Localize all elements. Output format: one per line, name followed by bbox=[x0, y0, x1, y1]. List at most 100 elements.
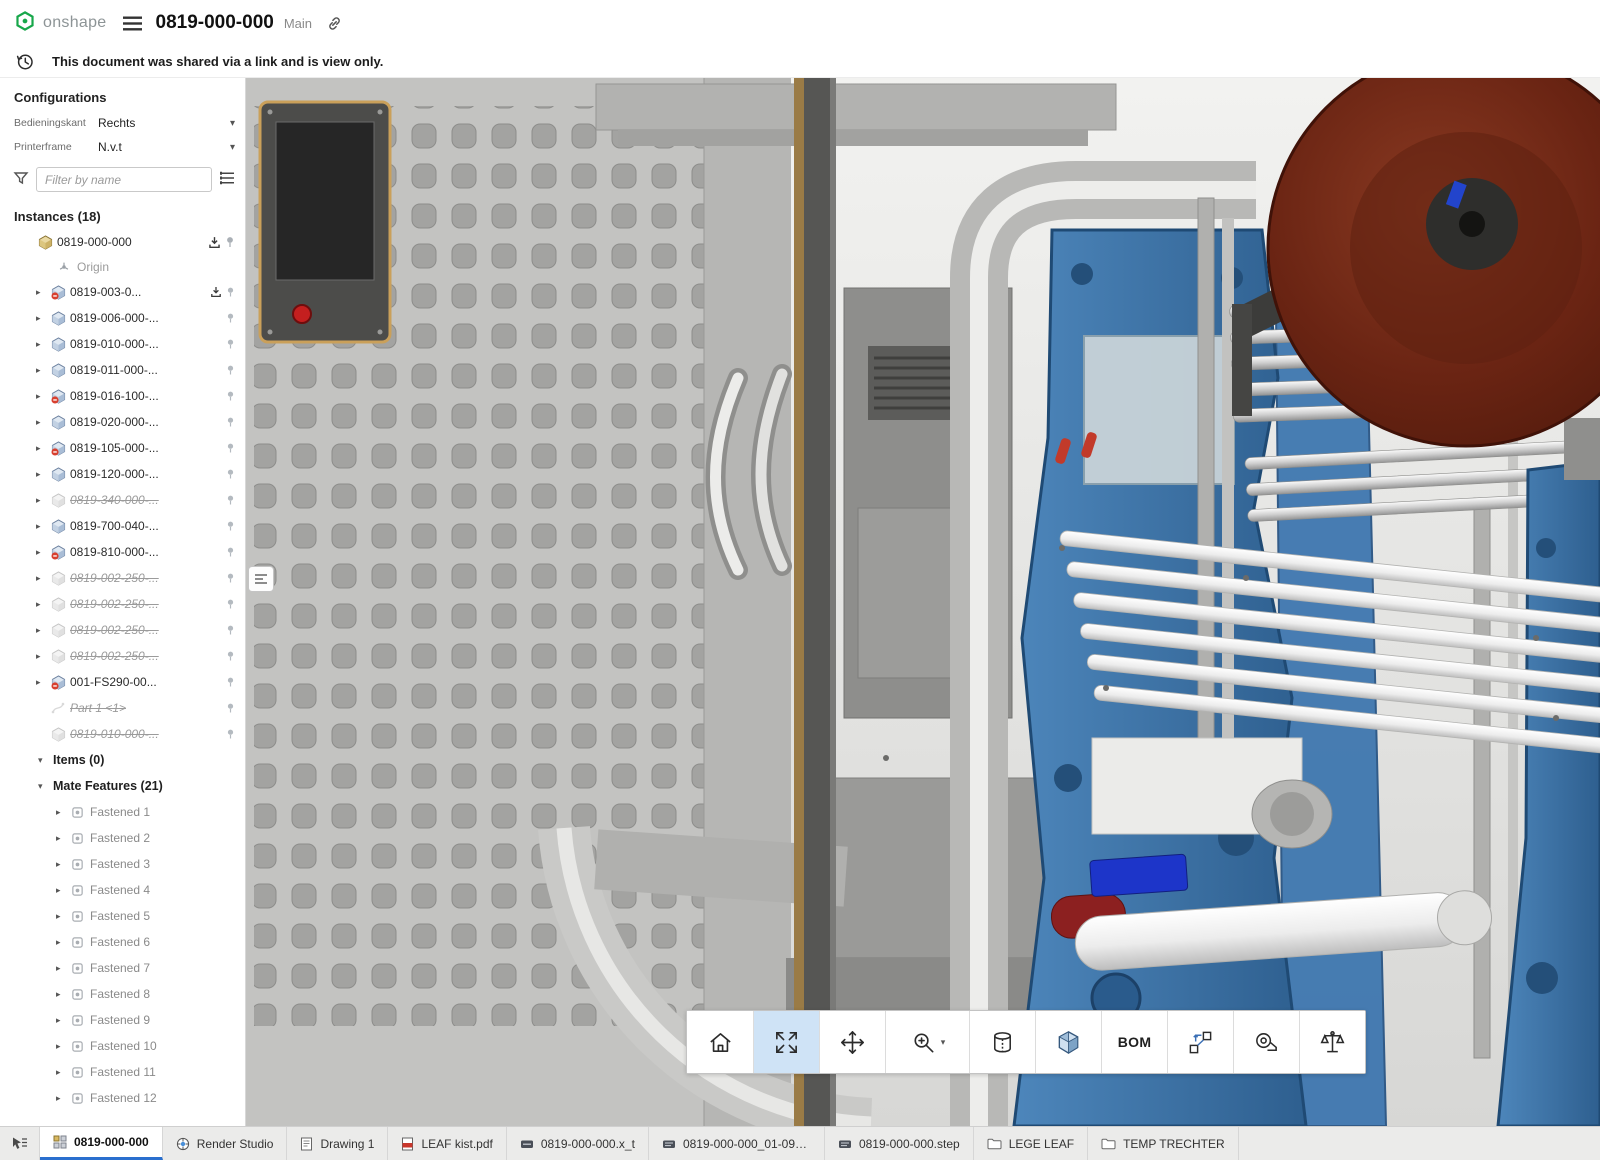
tab-manager-icon[interactable] bbox=[0, 1127, 40, 1160]
mass-properties-button[interactable] bbox=[1299, 1011, 1365, 1073]
expand-chevron[interactable]: ▸ bbox=[36, 469, 51, 480]
expand-chevron[interactable]: ▸ bbox=[36, 443, 51, 454]
panel-toggle-handle[interactable] bbox=[248, 566, 274, 592]
filter-by-name-input[interactable] bbox=[36, 167, 212, 192]
mate-feature-row[interactable]: ▸Fastened 11 bbox=[0, 1059, 245, 1085]
instance-row[interactable]: ▸0819-003-0... bbox=[0, 279, 245, 305]
origin-row[interactable]: Origin bbox=[0, 255, 245, 279]
mate-feature-row[interactable]: ▸Fastened 8 bbox=[0, 981, 245, 1007]
expand-chevron[interactable]: ▸ bbox=[56, 885, 71, 896]
instance-row[interactable]: ▸0819-016-100-... bbox=[0, 383, 245, 409]
expand-chevron[interactable]: ▸ bbox=[36, 651, 51, 662]
expand-chevron[interactable]: ▸ bbox=[56, 1015, 71, 1026]
instance-row[interactable]: ▸0819-011-000-... bbox=[0, 357, 245, 383]
document-tab[interactable]: 0819-000-000.x_t bbox=[507, 1127, 649, 1160]
zoom-to-fit-button[interactable] bbox=[753, 1011, 819, 1073]
instance-root-row[interactable]: 0819-000-000 bbox=[0, 229, 245, 255]
expand-chevron[interactable]: ▸ bbox=[56, 963, 71, 974]
expand-chevron[interactable]: ▸ bbox=[36, 625, 51, 636]
mate-feature-row[interactable]: ▸Fastened 6 bbox=[0, 929, 245, 955]
expand-chevron[interactable]: ▸ bbox=[36, 495, 51, 506]
expand-chevron[interactable]: ▸ bbox=[56, 911, 71, 922]
expand-chevron[interactable]: ▸ bbox=[36, 339, 51, 350]
chevron-down-icon[interactable]: ▾ bbox=[230, 142, 235, 153]
zoom-button[interactable]: ▾ bbox=[885, 1011, 969, 1073]
expand-chevron[interactable]: ▸ bbox=[56, 807, 71, 818]
instance-row[interactable]: ▸001-FS290-00... bbox=[0, 669, 245, 695]
bom-button[interactable]: BOM bbox=[1101, 1011, 1167, 1073]
expand-chevron[interactable]: ▸ bbox=[36, 417, 51, 428]
mate-features-header[interactable]: ▾ Mate Features (21) bbox=[0, 773, 245, 799]
instance-row[interactable]: ▸0819-810-000-... bbox=[0, 539, 245, 565]
document-tab[interactable]: Render Studio bbox=[163, 1127, 288, 1160]
instance-row[interactable]: ▸0819-105-000-... bbox=[0, 435, 245, 461]
document-tab[interactable]: TEMP TRECHTER bbox=[1088, 1127, 1239, 1160]
expand-chevron[interactable]: ▸ bbox=[36, 521, 51, 532]
expand-chevron[interactable]: ▸ bbox=[36, 287, 51, 298]
expand-chevron[interactable]: ▸ bbox=[36, 599, 51, 610]
perspective-button[interactable] bbox=[969, 1011, 1035, 1073]
onshape-logo[interactable]: onshape bbox=[14, 10, 107, 37]
mate-feature-row[interactable]: ▸Fastened 7 bbox=[0, 955, 245, 981]
menu-icon[interactable] bbox=[123, 16, 142, 31]
exploded-view-button[interactable] bbox=[1167, 1011, 1233, 1073]
instance-row[interactable]: ▸0819-120-000-... bbox=[0, 461, 245, 487]
chevron-down-icon[interactable]: ▾ bbox=[38, 755, 53, 766]
instance-row[interactable]: ▸Part 1 <1> bbox=[0, 695, 245, 721]
expand-chevron[interactable]: ▸ bbox=[36, 573, 51, 584]
mate-feature-row[interactable]: ▸Fastened 3 bbox=[0, 851, 245, 877]
expand-chevron[interactable]: ▸ bbox=[36, 365, 51, 376]
mate-feature-row[interactable]: ▸Fastened 1 bbox=[0, 799, 245, 825]
expand-chevron[interactable]: ▸ bbox=[36, 547, 51, 558]
chevron-down-icon[interactable]: ▾ bbox=[38, 781, 53, 792]
workspace-label[interactable]: Main bbox=[284, 16, 312, 31]
expand-chevron[interactable]: ▸ bbox=[56, 989, 71, 1000]
view-cube-button[interactable] bbox=[1035, 1011, 1101, 1073]
mate-feature-row[interactable]: ▸Fastened 12 bbox=[0, 1085, 245, 1111]
instance-row[interactable]: ▸0819-340-000-... bbox=[0, 487, 245, 513]
measure-button[interactable] bbox=[1233, 1011, 1299, 1073]
share-link-icon[interactable] bbox=[326, 15, 343, 32]
history-icon[interactable] bbox=[16, 53, 34, 71]
3d-viewport[interactable]: ▾ BOM bbox=[246, 78, 1600, 1126]
document-tab[interactable]: 0819-000-000.step bbox=[825, 1127, 974, 1160]
expand-chevron[interactable]: ▸ bbox=[56, 859, 71, 870]
instance-row[interactable]: ▸0819-700-040-... bbox=[0, 513, 245, 539]
trailing-icons[interactable] bbox=[208, 236, 235, 249]
instance-row[interactable]: ▸0819-006-000-... bbox=[0, 305, 245, 331]
document-tab[interactable]: LEAF kist.pdf bbox=[388, 1127, 506, 1160]
pan-button[interactable] bbox=[819, 1011, 885, 1073]
expand-chevron[interactable]: ▸ bbox=[56, 833, 71, 844]
expand-chevron[interactable]: ▸ bbox=[56, 937, 71, 948]
document-tab[interactable]: 0819-000-000 bbox=[40, 1127, 163, 1160]
expand-chevron[interactable]: ▸ bbox=[56, 1041, 71, 1052]
document-tab[interactable]: 0819-000-000_01-09-2... bbox=[649, 1127, 825, 1160]
items-section-header[interactable]: ▾ Items (0) bbox=[0, 747, 245, 773]
config-value-dropdown[interactable]: N.v.t bbox=[98, 140, 230, 154]
mate-feature-row[interactable]: ▸Fastened 9 bbox=[0, 1007, 245, 1033]
expand-chevron[interactable]: ▸ bbox=[36, 313, 51, 324]
instance-row[interactable]: ▸0819-010-000-... bbox=[0, 331, 245, 357]
mate-feature-row[interactable]: ▸Fastened 2 bbox=[0, 825, 245, 851]
part-icon bbox=[51, 675, 70, 690]
config-value-dropdown[interactable]: Rechts bbox=[98, 116, 230, 130]
document-tab[interactable]: LEGE LEAF bbox=[974, 1127, 1088, 1160]
expand-chevron[interactable]: ▸ bbox=[36, 391, 51, 402]
instance-row[interactable]: ▸0819-002-250-... bbox=[0, 591, 245, 617]
chevron-down-icon[interactable]: ▾ bbox=[230, 118, 235, 129]
instance-row[interactable]: ▸0819-002-250-... bbox=[0, 617, 245, 643]
mate-feature-row[interactable]: ▸Fastened 4 bbox=[0, 877, 245, 903]
instance-row[interactable]: ▸0819-010-000-... bbox=[0, 721, 245, 747]
instance-row[interactable]: ▸0819-002-250-... bbox=[0, 565, 245, 591]
chevron-down-icon[interactable]: ▾ bbox=[941, 1037, 946, 1048]
home-button[interactable] bbox=[687, 1011, 753, 1073]
mate-feature-row[interactable]: ▸Fastened 10 bbox=[0, 1033, 245, 1059]
expand-chevron[interactable]: ▸ bbox=[56, 1093, 71, 1104]
list-view-icon[interactable] bbox=[219, 171, 235, 188]
mate-feature-row[interactable]: ▸Fastened 5 bbox=[0, 903, 245, 929]
expand-chevron[interactable]: ▸ bbox=[36, 677, 51, 688]
instance-row[interactable]: ▸0819-002-250-... bbox=[0, 643, 245, 669]
instance-row[interactable]: ▸0819-020-000-... bbox=[0, 409, 245, 435]
expand-chevron[interactable]: ▸ bbox=[56, 1067, 71, 1078]
document-tab[interactable]: Drawing 1 bbox=[287, 1127, 388, 1160]
